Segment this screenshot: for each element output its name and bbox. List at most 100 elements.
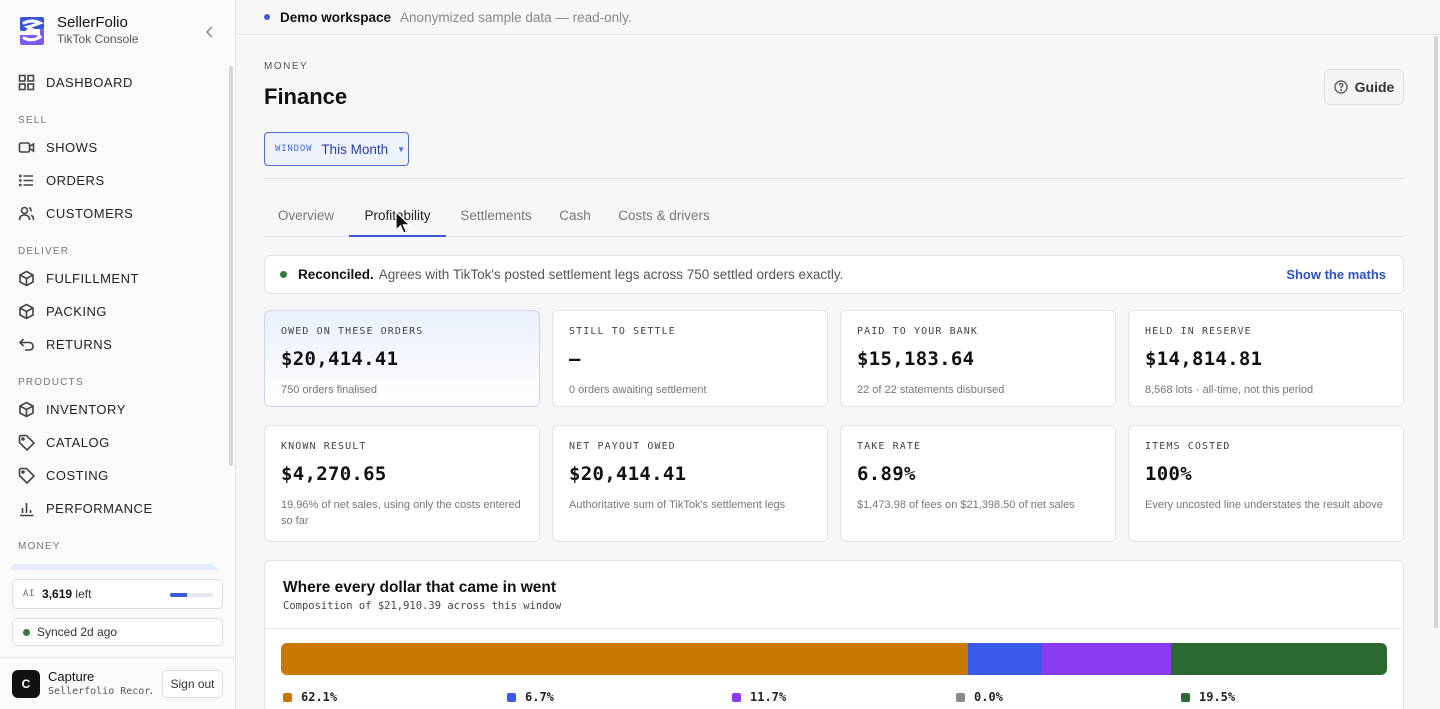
kpi-sub: Authoritative sum of TikTok's settlement… bbox=[569, 499, 786, 511]
kpi-card-owed[interactable]: OWED ON THESE ORDERS $20,414.41 750 orde… bbox=[264, 310, 540, 407]
kpi-sub: 22 of 22 statements disbursed bbox=[857, 384, 1005, 396]
sidebar-scrollbar[interactable] bbox=[229, 66, 233, 466]
sign-out-button[interactable]: Sign out bbox=[162, 670, 223, 698]
kpi-card-held-in-reserve[interactable]: HELD IN RESERVE $14,814.81 8,568 lots · … bbox=[1128, 310, 1404, 407]
kpi-card-paid-to-bank[interactable]: PAID TO YOUR BANK $15,183.64 22 of 22 st… bbox=[840, 310, 1116, 407]
composition-segment[interactable] bbox=[1171, 643, 1387, 675]
user-name: Capture bbox=[48, 669, 95, 684]
kpi-value: 100% bbox=[1145, 463, 1192, 485]
tag-icon bbox=[18, 434, 35, 451]
sidebar-item-returns[interactable]: RETURNS bbox=[0, 328, 230, 361]
kpi-value: $20,414.41 bbox=[281, 348, 399, 370]
guide-button[interactable]: Guide bbox=[1324, 69, 1404, 105]
sync-status-text: Synced 2d ago bbox=[37, 625, 118, 639]
legend-swatch bbox=[283, 692, 292, 702]
ai-credits-bar-fill bbox=[170, 593, 188, 597]
kpi-value: $15,183.64 bbox=[857, 348, 975, 370]
kpi-label: NET PAYOUT OWED bbox=[569, 441, 676, 452]
window-tag: WINDOW bbox=[275, 144, 313, 154]
legend-swatch bbox=[1181, 692, 1190, 702]
breadcrumb: MONEY bbox=[264, 61, 309, 72]
sidebar-item-label: DASHBOARD bbox=[46, 75, 133, 90]
sync-status[interactable]: Synced 2d ago bbox=[12, 618, 223, 646]
reconciled-banner: Reconciled. Agrees with TikTok's posted … bbox=[264, 255, 1404, 294]
kpi-label: HELD IN RESERVE bbox=[1145, 326, 1252, 337]
video-camera-icon bbox=[18, 142, 35, 153]
kpi-sub: 8,568 lots · all-time, not this period bbox=[1145, 384, 1314, 396]
workspace-note: Anonymized sample data — read-only. bbox=[400, 9, 632, 25]
legend-percent: 0.0% bbox=[974, 690, 1003, 704]
sidebar-item-catalog[interactable]: CATALOG bbox=[0, 426, 230, 459]
legend-swatch bbox=[507, 692, 516, 702]
help-circle-icon bbox=[1333, 80, 1348, 94]
kpi-value: — bbox=[569, 348, 581, 370]
sidebar-item-costing[interactable]: COSTING bbox=[0, 459, 230, 492]
reconciled-text: Agrees with TikTok's posted settlement l… bbox=[378, 267, 844, 282]
kpi-sub: 19.96% of net sales, using only the cost… bbox=[281, 499, 521, 527]
sidebar-item-dashboard[interactable]: DASHBOARD bbox=[0, 66, 230, 99]
sidebar-item-label: INVENTORY bbox=[46, 402, 126, 417]
sidebar-item-shows[interactable]: SHOWS bbox=[0, 131, 230, 164]
sidebar-item-orders[interactable]: ORDERS bbox=[0, 164, 230, 197]
kpi-label: ITEMS COSTED bbox=[1145, 441, 1231, 452]
ai-credits-text: 3,619 left bbox=[42, 587, 91, 601]
sidebar-item-label: PACKING bbox=[46, 304, 108, 319]
sidebar-item-packing[interactable]: PACKING bbox=[0, 295, 230, 328]
box-icon bbox=[19, 270, 34, 287]
sidebar-item-performance[interactable]: PERFORMANCE bbox=[0, 492, 230, 525]
sidebar-item-customers[interactable]: CUSTOMERS bbox=[0, 197, 230, 230]
workspace-banner: Demo workspace Anonymized sample data — … bbox=[236, 0, 1440, 35]
avatar[interactable]: C bbox=[12, 670, 40, 698]
brand-name: SellerFolio bbox=[57, 14, 128, 31]
composition-segment[interactable] bbox=[281, 643, 968, 675]
sidebar-item-label: CUSTOMERS bbox=[46, 206, 134, 221]
sidebar-item-label: FULFILLMENT bbox=[46, 271, 139, 286]
ai-credits-bar bbox=[170, 593, 213, 597]
tab-overview[interactable]: Overview bbox=[264, 197, 348, 237]
sidebar-item-inventory[interactable]: INVENTORY bbox=[0, 393, 230, 426]
grid-icon bbox=[18, 74, 35, 91]
kpi-label: TAKE RATE bbox=[857, 441, 922, 452]
kpi-card-still-to-settle[interactable]: STILL TO SETTLE — 0 orders awaiting sett… bbox=[552, 310, 828, 407]
sidebar-item-label: PERFORMANCE bbox=[46, 501, 153, 516]
sidebar-item-label: CATALOG bbox=[46, 435, 110, 450]
user-org: Sellerfolio Recor… bbox=[48, 686, 152, 697]
reconciled-title: Reconciled. bbox=[298, 267, 374, 282]
ai-credits-count: 3,619 bbox=[42, 587, 73, 601]
caret-down-icon: ▼ bbox=[397, 144, 406, 154]
brand-subtitle: TikTok Console bbox=[57, 32, 139, 46]
reconciled-status-dot bbox=[280, 271, 287, 278]
ai-credits-suffix: left bbox=[75, 587, 92, 601]
tab-settlements[interactable]: Settlements bbox=[450, 197, 542, 237]
tab-costs-drivers[interactable]: Costs & drivers bbox=[608, 197, 720, 237]
window-select[interactable]: WINDOW This Month ▼ bbox=[264, 132, 409, 166]
brand[interactable]: SellerFolio TikTok Console bbox=[18, 14, 139, 47]
chevron-left-icon[interactable] bbox=[202, 24, 218, 40]
composition-segment[interactable] bbox=[967, 643, 1042, 675]
list-icon bbox=[18, 174, 33, 187]
kpi-card-items-costed[interactable]: ITEMS COSTED 100% Every uncosted line un… bbox=[1128, 425, 1404, 542]
tab-cash[interactable]: Cash bbox=[549, 197, 601, 237]
ai-credits[interactable]: AI 3,619 left bbox=[12, 579, 223, 609]
box-icon bbox=[19, 401, 34, 418]
composition-legend-item: 62.1% bbox=[283, 690, 337, 704]
legend-percent: 19.5% bbox=[1199, 690, 1236, 704]
kpi-value: $14,814.81 bbox=[1145, 348, 1263, 370]
sidebar: SellerFolio TikTok Console DASHBOARD SEL… bbox=[0, 0, 236, 709]
composition-title: Where every dollar that came in went bbox=[283, 579, 557, 596]
show-the-maths-link[interactable]: Show the maths bbox=[1286, 267, 1386, 282]
window-value: This Month bbox=[321, 141, 389, 157]
kpi-label: PAID TO YOUR BANK bbox=[857, 326, 979, 337]
composition-panel: Where every dollar that came in went Com… bbox=[264, 560, 1404, 709]
composition-segment[interactable] bbox=[1041, 643, 1172, 675]
sidebar-item-fulfillment[interactable]: FULFILLMENT bbox=[0, 262, 230, 295]
sellerfolio-logo-icon bbox=[20, 16, 44, 45]
kpi-card-net-payout[interactable]: NET PAYOUT OWED $20,414.41 Authoritative… bbox=[552, 425, 828, 542]
kpi-card-known-result[interactable]: KNOWN RESULT $4,270.65 19.96% of net sal… bbox=[264, 425, 540, 542]
sidebar-item-label: SHOWS bbox=[46, 140, 98, 155]
kpi-card-take-rate[interactable]: TAKE RATE 6.89% $1,473.98 of fees on $21… bbox=[840, 425, 1116, 542]
finance-tabs: Overview Profitability Settlements Cash … bbox=[264, 197, 1404, 237]
sidebar-item-active-highlight[interactable] bbox=[10, 564, 217, 570]
nav-section-money: MONEY bbox=[18, 541, 61, 552]
main-scrollbar[interactable] bbox=[1434, 36, 1438, 628]
